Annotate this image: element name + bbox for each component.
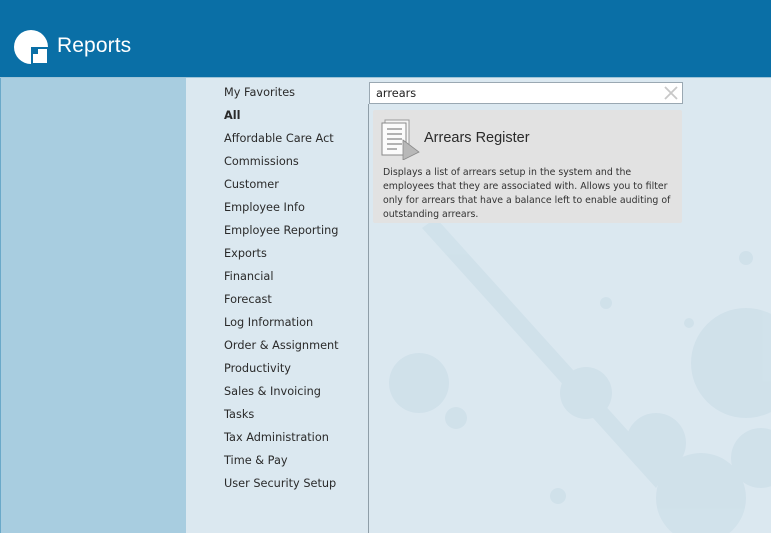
category-item-order-assignment[interactable]: Order & Assignment — [224, 338, 364, 361]
category-item-my-favorites[interactable]: My Favorites — [224, 85, 364, 108]
category-item-forecast[interactable]: Forecast — [224, 292, 364, 315]
category-item-commissions[interactable]: Commissions — [224, 154, 364, 177]
app-title: Reports — [57, 34, 132, 57]
category-item-time-pay[interactable]: Time & Pay — [224, 453, 364, 476]
category-item-user-security-setup[interactable]: User Security Setup — [224, 476, 364, 499]
category-item-customer[interactable]: Customer — [224, 177, 364, 200]
report-title: Arrears Register — [424, 130, 530, 146]
category-item-all[interactable]: All — [224, 108, 364, 131]
category-item-affordable-care-act[interactable]: Affordable Care Act — [224, 131, 364, 154]
app-logo-icon — [14, 30, 49, 65]
app-header: Reports — [0, 0, 771, 79]
category-item-sales-invoicing[interactable]: Sales & Invoicing — [224, 384, 364, 407]
close-icon[interactable] — [663, 85, 679, 101]
category-item-log-information[interactable]: Log Information — [224, 315, 364, 338]
search-input[interactable] — [376, 85, 656, 101]
category-item-tax-administration[interactable]: Tax Administration — [224, 430, 364, 453]
report-result-card[interactable]: Arrears Register Displays a list of arre… — [373, 110, 682, 223]
search-box — [369, 82, 683, 104]
category-item-exports[interactable]: Exports — [224, 246, 364, 269]
category-item-financial[interactable]: Financial — [224, 269, 364, 292]
category-item-employee-reporting[interactable]: Employee Reporting — [224, 223, 364, 246]
left-panel — [0, 78, 186, 533]
report-document-icon — [381, 119, 420, 160]
category-item-tasks[interactable]: Tasks — [224, 407, 364, 430]
category-item-productivity[interactable]: Productivity — [224, 361, 364, 384]
column-divider — [368, 104, 369, 533]
report-description: Displays a list of arrears setup in the … — [383, 167, 671, 220]
category-list: My Favorites All Affordable Care Act Com… — [224, 85, 364, 499]
category-item-employee-info[interactable]: Employee Info — [224, 200, 364, 223]
